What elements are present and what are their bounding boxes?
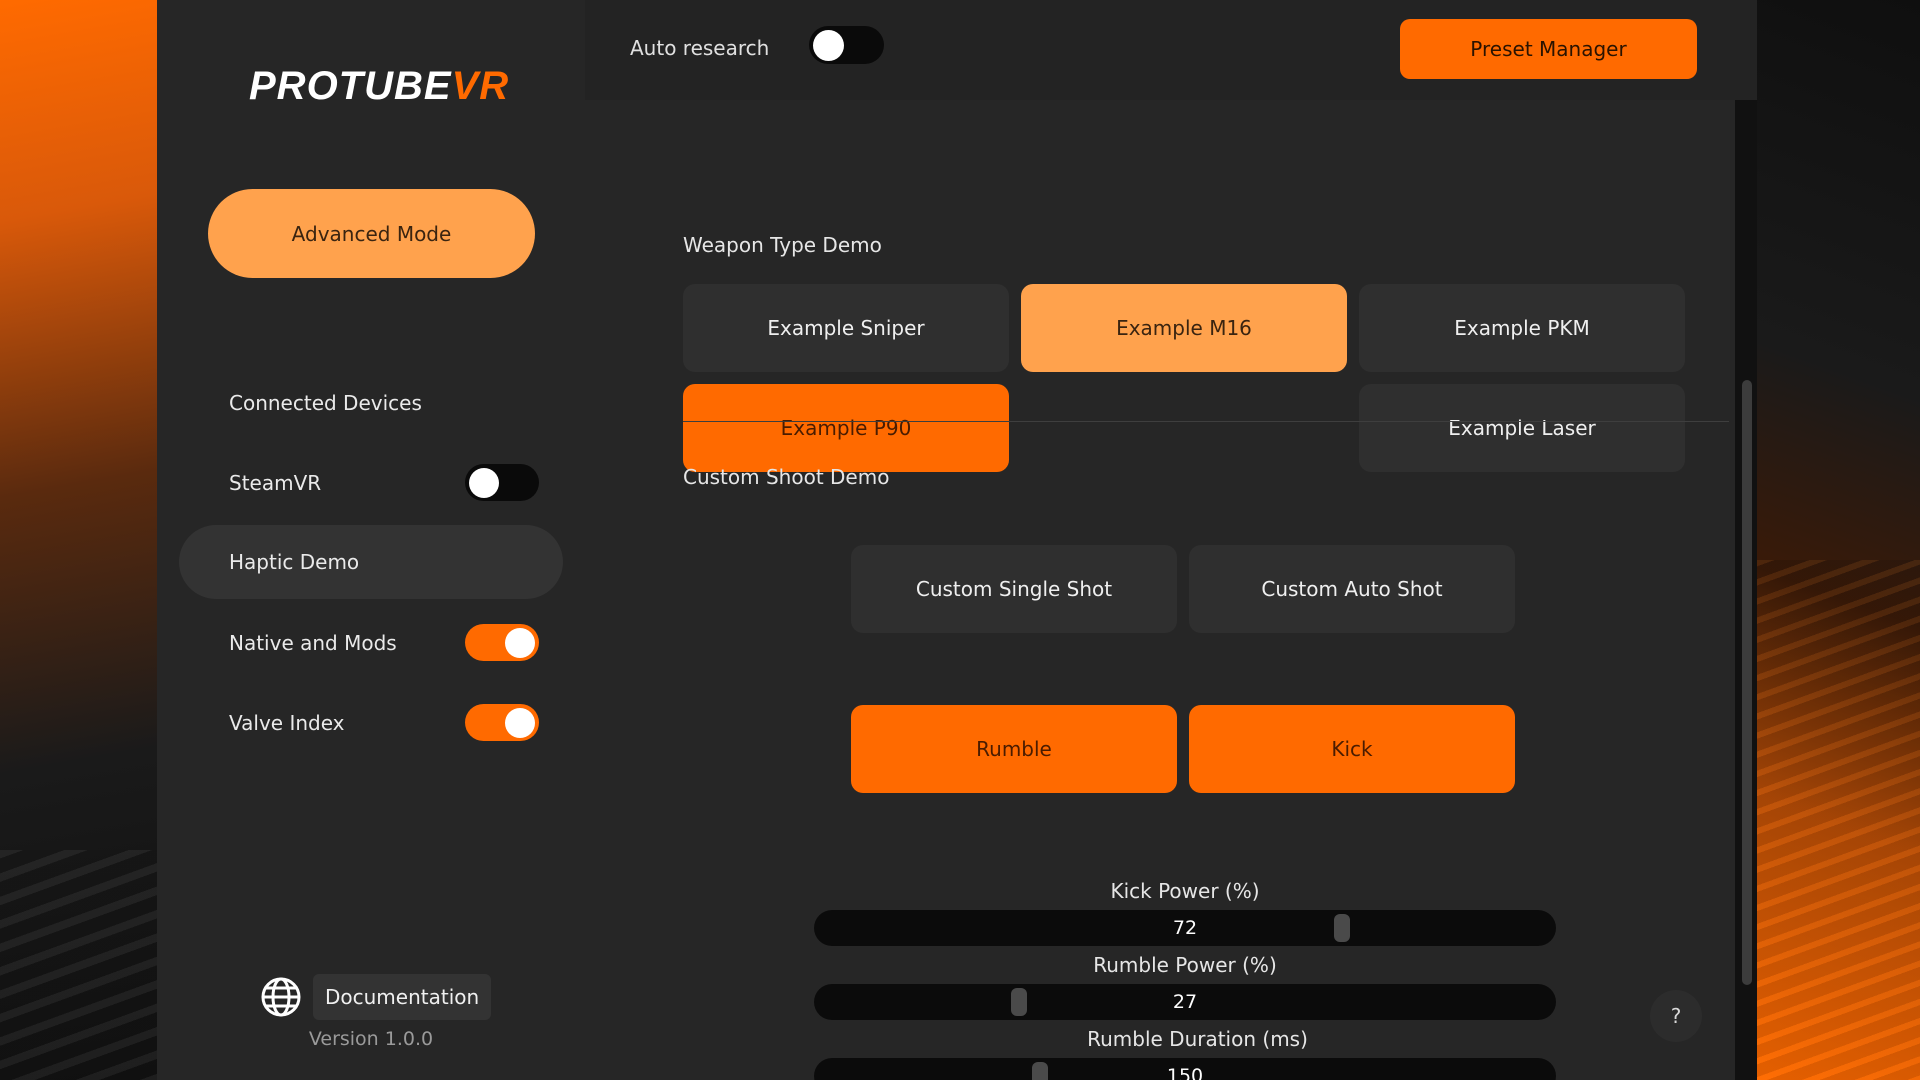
sidebar: PROTUBEVR Advanced Mode Connected Device… xyxy=(157,0,585,1080)
section-divider xyxy=(683,421,1729,422)
kick-power-value: 72 xyxy=(1172,917,1198,939)
auto-research-label: Auto research xyxy=(630,36,770,60)
kick-button[interactable]: Kick xyxy=(1189,705,1515,793)
rumble-duration-thumb[interactable] xyxy=(1032,1062,1048,1080)
main-scrollbar[interactable] xyxy=(1742,380,1752,985)
rumble-power-label: Rumble Power (%) xyxy=(1093,953,1277,977)
toggle-knob xyxy=(813,30,844,61)
documentation-button[interactable]: Documentation xyxy=(313,974,492,1020)
sidebar-item-steamvr[interactable]: SteamVR xyxy=(179,446,563,520)
toggle-knob xyxy=(505,628,535,658)
background-left xyxy=(0,0,157,1080)
rumble-power-value: 27 xyxy=(1172,991,1198,1013)
sidebar-item-native-and-mods[interactable]: Native and Mods xyxy=(179,606,563,680)
example-pkm-button[interactable]: Example PKM xyxy=(1359,284,1685,372)
kick-power-track[interactable]: 72 xyxy=(814,910,1556,946)
sidebar-item-label: SteamVR xyxy=(229,471,322,495)
rumble-button[interactable]: Rumble xyxy=(851,705,1177,793)
rumble-duration-label: Rumble Duration (ms) xyxy=(1087,1027,1308,1051)
sidebar-item-label: Connected Devices xyxy=(229,391,422,415)
native-and-mods-toggle[interactable] xyxy=(465,624,539,661)
example-m16-button[interactable]: Example M16 xyxy=(1021,284,1347,372)
rumble-power-track[interactable]: 27 xyxy=(814,984,1556,1020)
globe-icon[interactable] xyxy=(259,975,303,1019)
top-bar: Auto research Preset Manager xyxy=(585,0,1757,100)
custom-single-shot-button[interactable]: Custom Single Shot xyxy=(851,545,1177,633)
version-label: Version 1.0.0 xyxy=(308,1028,434,1050)
auto-research-toggle[interactable] xyxy=(809,26,884,64)
sidebar-item-valve-index[interactable]: Valve Index xyxy=(179,686,563,760)
background-right xyxy=(1757,0,1920,1080)
toggle-knob xyxy=(505,708,535,738)
advanced-mode-button[interactable]: Advanced Mode xyxy=(208,189,535,278)
kick-power-slider[interactable]: 72 xyxy=(814,910,1556,946)
sidebar-item-connected-devices[interactable]: Connected Devices xyxy=(179,366,563,440)
kick-power-label: Kick Power (%) xyxy=(1110,879,1260,903)
preset-manager-button[interactable]: Preset Manager xyxy=(1400,19,1697,79)
sidebar-item-label: Native and Mods xyxy=(229,631,397,655)
kick-power-thumb[interactable] xyxy=(1334,914,1350,942)
rumble-duration-slider[interactable]: 150 xyxy=(814,1058,1556,1080)
rumble-power-thumb[interactable] xyxy=(1011,988,1027,1016)
sidebar-item-haptic-demo[interactable]: Haptic Demo xyxy=(179,525,563,599)
main-content: Weapon Type Demo Example Sniper Example … xyxy=(585,100,1752,1080)
custom-auto-shot-button[interactable]: Custom Auto Shot xyxy=(1189,545,1515,633)
help-button[interactable]: ? xyxy=(1650,990,1702,1042)
rumble-duration-value: 150 xyxy=(1166,1065,1204,1080)
rumble-power-slider[interactable]: 27 xyxy=(814,984,1556,1020)
documentation-row: Documentation xyxy=(259,974,492,1020)
toggle-knob xyxy=(469,468,499,498)
custom-shoot-demo-title: Custom Shoot Demo xyxy=(683,465,890,489)
rumble-duration-track[interactable]: 150 xyxy=(814,1058,1556,1080)
example-laser-button[interactable]: Example Laser xyxy=(1359,384,1685,472)
example-p90-button[interactable]: Example P90 xyxy=(683,384,1009,472)
weapon-type-demo-title: Weapon Type Demo xyxy=(683,233,882,257)
example-sniper-button[interactable]: Example Sniper xyxy=(683,284,1009,372)
sidebar-item-label: Haptic Demo xyxy=(229,550,360,574)
steamvr-toggle[interactable] xyxy=(465,464,539,501)
sidebar-item-label: Valve Index xyxy=(229,711,345,735)
protubevr-logo: PROTUBEVR xyxy=(249,64,510,108)
valve-index-toggle[interactable] xyxy=(465,704,539,741)
